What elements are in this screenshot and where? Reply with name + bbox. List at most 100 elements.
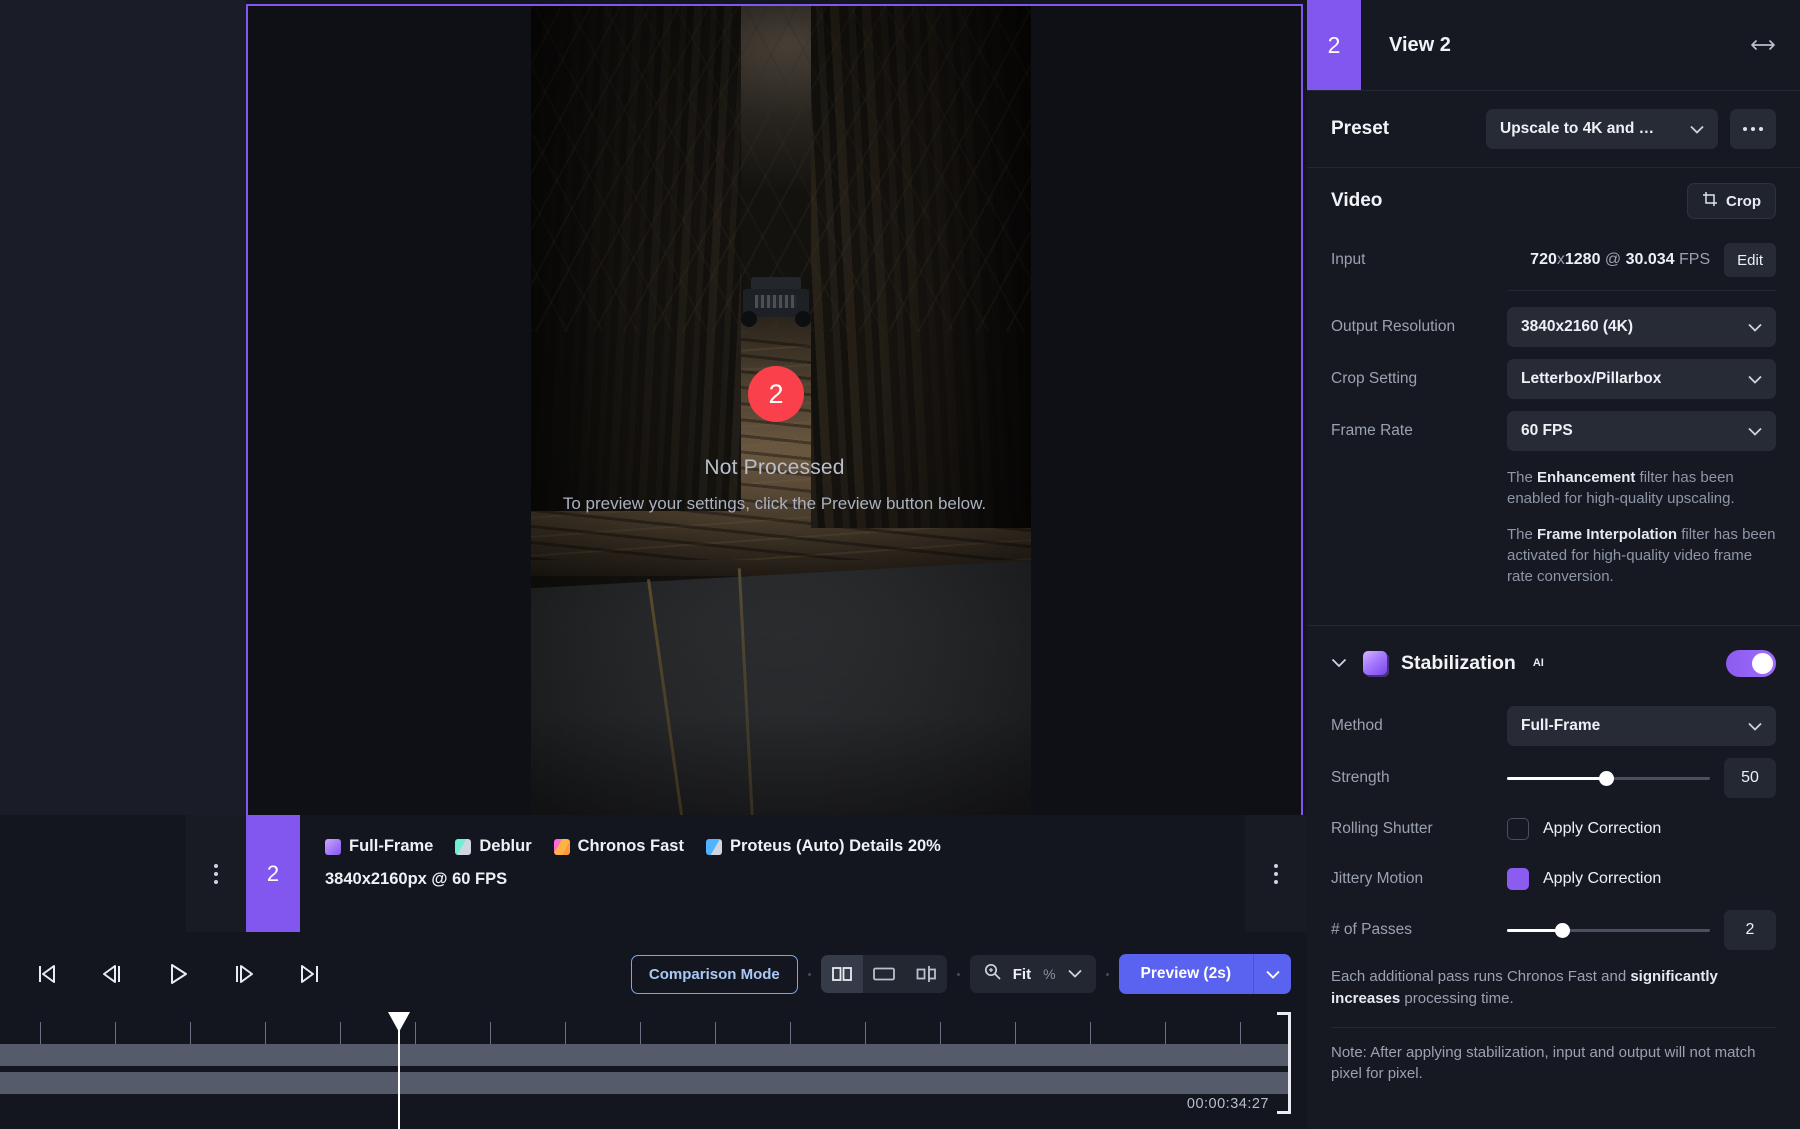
video-section: Video Crop Input 720x1280 @ 30: [1307, 167, 1800, 625]
view-info-strip: 2 Full-Frame Deblur Chronos: [246, 815, 1303, 932]
crop-button[interactable]: Crop: [1687, 183, 1776, 219]
method-select[interactable]: Full-Frame: [1507, 706, 1776, 746]
preset-value: Upscale to 4K and …: [1500, 120, 1654, 138]
rolling-shutter-checkbox[interactable]: [1507, 818, 1529, 840]
strength-label: Strength: [1331, 769, 1507, 787]
timeline-track-output[interactable]: [0, 1072, 1290, 1094]
filter-chip-list: Full-Frame Deblur Chronos Fast Prot: [325, 837, 1303, 856]
frame-rate-select[interactable]: 60 FPS: [1507, 411, 1776, 451]
panel-body: Preset Upscale to 4K and … Vi: [1307, 90, 1800, 1129]
zoom-control[interactable]: Fit %: [970, 955, 1096, 993]
chevron-down-icon: [1678, 125, 1704, 134]
crop-label: Crop: [1726, 193, 1761, 210]
preview-button[interactable]: Preview (2s): [1119, 954, 1253, 994]
stabilization-cube-icon: [1363, 651, 1387, 675]
viewer-left-gutter-lower: [0, 815, 186, 932]
filter-chip-label: Full-Frame: [349, 837, 433, 856]
frame-interpolation-note: The Frame Interpolation filter has been …: [1507, 524, 1776, 588]
timeline[interactable]: 00:00:34:27: [0, 1010, 1307, 1129]
stabilization-note: Note: After applying stabilization, inpu…: [1331, 1042, 1776, 1109]
filter-chip-label: Proteus (Auto) Details 20%: [730, 837, 941, 856]
chevron-down-icon[interactable]: [1331, 658, 1349, 668]
right-view-options-button[interactable]: [1245, 815, 1307, 932]
playhead[interactable]: [398, 1012, 400, 1129]
app-root: Not Processed To preview your settings, …: [0, 0, 1800, 1129]
jittery-motion-checkbox-label[interactable]: Apply Correction: [1543, 870, 1661, 888]
preset-more-button[interactable]: [1730, 109, 1776, 149]
single-view-icon[interactable]: [863, 955, 905, 993]
passes-slider[interactable]: [1507, 921, 1710, 939]
passes-slider-handle[interactable]: [1555, 923, 1570, 938]
strength-value-input[interactable]: 50: [1724, 758, 1776, 798]
more-vertical-icon: [214, 864, 218, 884]
skip-to-start-button[interactable]: [26, 954, 66, 994]
crop-setting-select[interactable]: Letterbox/Pillarbox: [1507, 359, 1776, 399]
ai-superscript: AI: [1533, 657, 1544, 669]
cube-teal-icon: [455, 839, 471, 855]
preset-row: Preset Upscale to 4K and …: [1331, 91, 1776, 167]
timeline-track-input[interactable]: [0, 1044, 1290, 1066]
side-by-side-view-icon[interactable]: [905, 955, 947, 993]
rolling-shutter-checkbox-label[interactable]: Apply Correction: [1543, 820, 1661, 838]
filter-chip-deblur: Deblur: [455, 837, 531, 856]
chevron-down-icon: [1068, 965, 1082, 983]
viewer-area: Not Processed To preview your settings, …: [0, 0, 1307, 938]
divider: [1507, 290, 1776, 291]
filter-chip-chronos-fast: Chronos Fast: [554, 837, 684, 856]
preview-button-group: Preview (2s): [1119, 954, 1291, 994]
filter-chip-proteus: Proteus (Auto) Details 20%: [706, 837, 941, 856]
toolbar-separator: [1106, 973, 1109, 976]
step-forward-button[interactable]: [224, 954, 264, 994]
transport-bar: Comparison Mode: [0, 938, 1307, 1010]
not-processed-subtitle: To preview your settings, click the Prev…: [248, 494, 1301, 514]
preset-select[interactable]: Upscale to 4K and …: [1486, 109, 1718, 149]
passes-helper-text: Each additional pass runs Chronos Fast a…: [1331, 956, 1776, 1009]
view-mode-group: [821, 955, 947, 993]
video-notes: The Enhancement filter has been enabled …: [1331, 457, 1776, 625]
left-view-options-button[interactable]: [186, 815, 246, 932]
strength-row: Strength 50: [1331, 752, 1776, 804]
input-at: @: [1605, 251, 1621, 268]
viewer-column: Not Processed To preview your settings, …: [0, 0, 1307, 1129]
magnifier-icon: [984, 963, 1001, 985]
passes-label: # of Passes: [1331, 921, 1507, 939]
step-back-button[interactable]: [92, 954, 132, 994]
stabilization-toggle[interactable]: [1726, 650, 1776, 677]
stabilization-section: Stabilization AI Method Full-Frame Stren…: [1307, 625, 1800, 1108]
output-resolution-select[interactable]: 3840x2160 (4K): [1507, 307, 1776, 347]
jittery-motion-row: Jittery Motion Apply Correction: [1331, 854, 1776, 904]
enhancement-note: The Enhancement filter has been enabled …: [1507, 467, 1776, 510]
viewer-left-gutter: [0, 0, 246, 815]
edit-input-button[interactable]: Edit: [1724, 243, 1776, 277]
divider: [1331, 1027, 1776, 1028]
crop-setting-row: Crop Setting Letterbox/Pillarbox: [1331, 353, 1776, 405]
input-width: 720: [1530, 251, 1557, 268]
strength-slider-handle[interactable]: [1599, 771, 1614, 786]
note-strong: Frame Interpolation: [1537, 526, 1677, 543]
expand-horizontal-icon[interactable]: [1740, 0, 1786, 90]
filter-chip-label: Chronos Fast: [578, 837, 684, 856]
play-button[interactable]: [158, 954, 198, 994]
passes-value-input[interactable]: 2: [1724, 910, 1776, 950]
preview-options-button[interactable]: [1253, 954, 1291, 994]
video-title: Video: [1331, 190, 1382, 212]
input-fps-value: 30.034: [1626, 251, 1675, 268]
active-view-pane[interactable]: Not Processed To preview your settings, …: [246, 4, 1303, 932]
playback-controls: [0, 954, 330, 994]
method-row: Method Full-Frame: [1331, 700, 1776, 752]
strength-slider[interactable]: [1507, 769, 1710, 787]
output-resolution-line: 3840x2160px @ 60 FPS: [325, 870, 1303, 889]
skip-to-end-button[interactable]: [290, 954, 330, 994]
panel-view-number: 2: [1307, 0, 1361, 90]
comparison-mode-button[interactable]: Comparison Mode: [631, 955, 798, 994]
view-number-tab[interactable]: 2: [246, 815, 300, 932]
callout-badge-2: 2: [748, 366, 804, 422]
chevron-down-icon: [1736, 722, 1762, 731]
timeline-out-point[interactable]: [1277, 1012, 1291, 1114]
split-view-icon[interactable]: [821, 955, 863, 993]
more-vertical-icon: [1274, 864, 1278, 884]
viewer-toolbar: Comparison Mode: [631, 954, 1291, 994]
note-strong: Enhancement: [1537, 469, 1635, 486]
settings-panel: 2 View 2 Preset Upscale to 4K and …: [1307, 0, 1800, 1129]
jittery-motion-checkbox[interactable]: [1507, 868, 1529, 890]
